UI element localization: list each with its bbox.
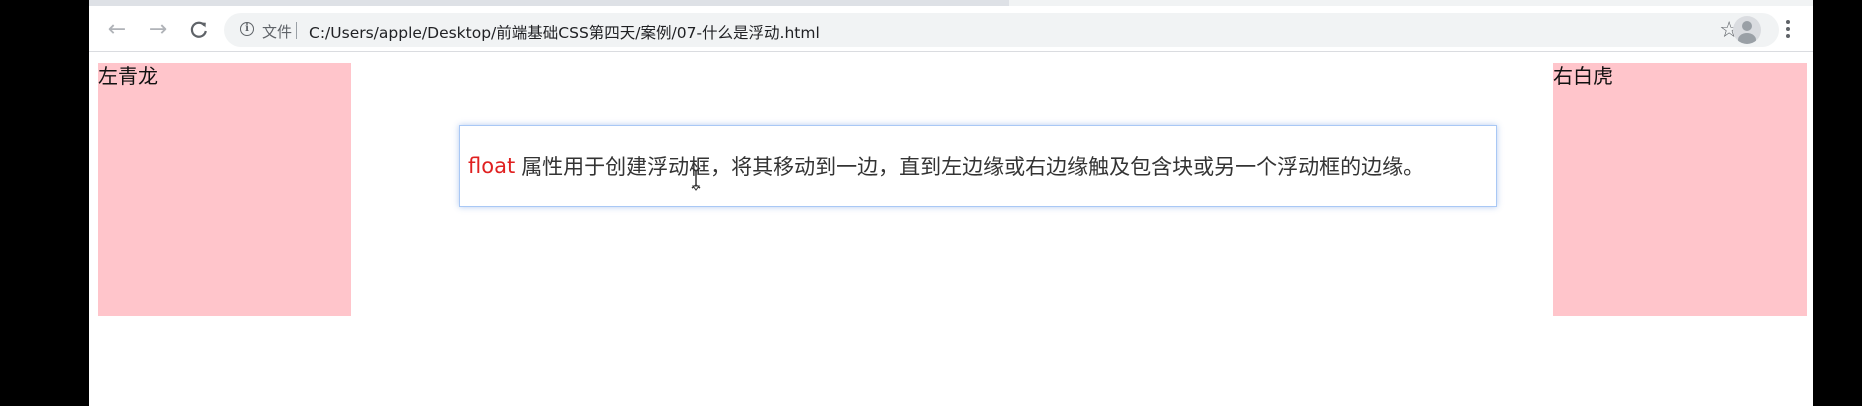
right-box-label: 右白虎 xyxy=(1553,64,1613,88)
back-button[interactable]: ← xyxy=(103,16,131,44)
profile-head xyxy=(1742,21,1752,31)
reload-icon xyxy=(190,21,207,38)
float-definition-text: 属性用于创建浮动框，将其移动到一边，直到左边缘或右边缘触及包含块或另一个浮动框的… xyxy=(521,155,1425,179)
page-viewport: 左青龙 右白虎 float 属性用于创建浮动框，将其移动到一边，直到左边缘或右边… xyxy=(89,52,1813,406)
kebab-menu-icon[interactable] xyxy=(1785,18,1791,42)
right-float-box: 右白虎 xyxy=(1553,63,1807,316)
profile-body xyxy=(1738,33,1756,44)
forward-button[interactable]: → xyxy=(144,16,172,44)
float-definition-popup: float 属性用于创建浮动框，将其移动到一边，直到左边缘或右边缘触及包含块或另… xyxy=(459,125,1497,207)
menu-dot xyxy=(1786,20,1790,24)
browser-toolbar: ← → i 文件 C:/Users/apple/Desktop/前端基础CSS第… xyxy=(89,6,1813,52)
omnibox-divider xyxy=(296,22,297,39)
profile-icon[interactable] xyxy=(1733,16,1761,44)
menu-dot xyxy=(1786,27,1790,31)
text-cursor-icon xyxy=(691,167,701,191)
menu-dot xyxy=(1786,34,1790,38)
left-float-box: 左青龙 xyxy=(98,63,351,316)
security-label[interactable]: 文件 xyxy=(262,21,292,42)
float-keyword: float xyxy=(468,154,516,178)
arrow-right-icon: → xyxy=(148,17,168,42)
url-text[interactable]: C:/Users/apple/Desktop/前端基础CSS第四天/案例/07-… xyxy=(309,21,820,43)
left-box-label: 左青龙 xyxy=(98,64,158,88)
reload-button[interactable] xyxy=(185,16,213,44)
info-icon[interactable]: i xyxy=(240,22,254,36)
address-bar[interactable]: i 文件 C:/Users/apple/Desktop/前端基础CSS第四天/案… xyxy=(224,13,1779,47)
arrow-left-icon: ← xyxy=(107,17,127,42)
screen: ← → i 文件 C:/Users/apple/Desktop/前端基础CSS第… xyxy=(0,0,1862,406)
browser-window: ← → i 文件 C:/Users/apple/Desktop/前端基础CSS第… xyxy=(89,0,1813,406)
